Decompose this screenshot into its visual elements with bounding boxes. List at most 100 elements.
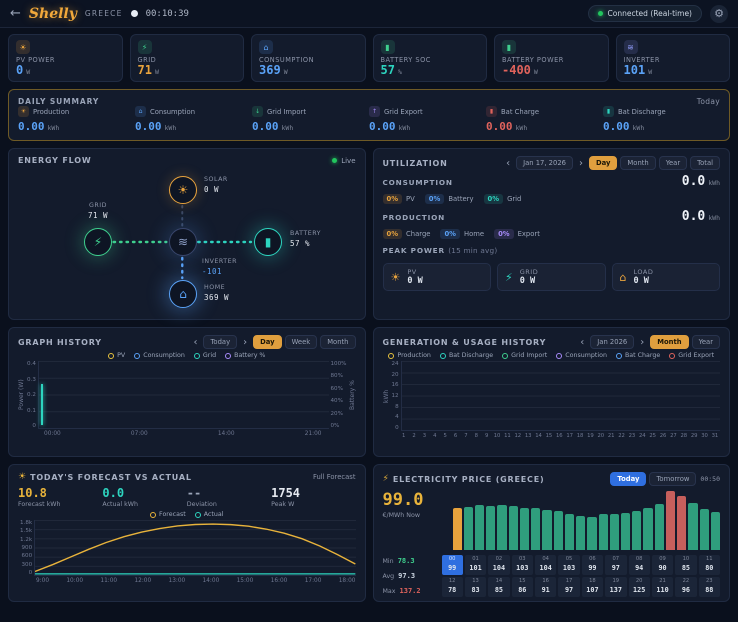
- battery-node-icon[interactable]: ▮: [254, 228, 282, 256]
- legend-grid-import[interactable]: Grid Import: [502, 352, 547, 359]
- price-cell-hour: 17: [558, 578, 579, 584]
- range-button-day[interactable]: Day: [589, 156, 617, 170]
- day-group-27: [668, 361, 678, 430]
- price-cell-value: 137: [610, 586, 622, 594]
- price-cell-hour: 08: [629, 556, 650, 562]
- graph-history-plot: [38, 361, 329, 429]
- price-cell-hour: 12: [442, 578, 463, 584]
- generation-plot: [401, 361, 720, 431]
- range-button-month[interactable]: Month: [320, 335, 355, 349]
- next-date-icon[interactable]: ›: [638, 337, 646, 348]
- price-cell-09: 0990: [652, 555, 673, 575]
- legend-grid-export[interactable]: Grid Export: [669, 352, 714, 359]
- solar-node-icon[interactable]: ☀: [169, 176, 197, 204]
- generation-history-panel: GENERATION & USAGE HISTORY ‹ Jan 2026 › …: [373, 327, 731, 457]
- range-button-month[interactable]: Month: [650, 335, 688, 349]
- gear-icon[interactable]: ⚙: [710, 5, 728, 23]
- price-cell-12: 1278: [442, 577, 463, 597]
- daily-summary-panel: DAILY SUMMARY Today ☀Production0.00kWh⌂C…: [8, 89, 730, 141]
- forecast-stat-label: Peak W: [271, 501, 355, 508]
- forecast-stat-peak-w: 1754Peak W: [271, 486, 355, 508]
- daily-item-value: 0.00kWh: [135, 120, 252, 133]
- legend-dot-icon: [134, 353, 140, 359]
- production-total: 0.0kWh: [682, 209, 720, 224]
- utilization-date-chip[interactable]: Jan 17, 2026: [516, 156, 573, 170]
- kpi-label: BATTERY SOC: [381, 56, 480, 64]
- day-group-11: [505, 361, 515, 430]
- breakdown-grid[interactable]: 0%Grid: [484, 194, 522, 204]
- legend-grid[interactable]: Grid: [194, 352, 216, 359]
- breakdown-label: PV: [406, 195, 415, 203]
- kpi-value: 101W: [624, 64, 723, 76]
- price-cell-value: 96: [682, 586, 690, 594]
- price-cell-value: 85: [495, 586, 503, 594]
- daily-item-label: Bat Charge: [501, 108, 539, 116]
- range-button-total[interactable]: Total: [690, 156, 720, 170]
- day-axis-label: 29: [689, 433, 699, 439]
- energy-flow-title: ENERGY FLOW: [18, 156, 328, 165]
- day-axis-label: 3: [419, 433, 429, 439]
- price-bar-19: [666, 491, 675, 550]
- graph-history-date-chip[interactable]: Today: [203, 335, 237, 349]
- daily-item-value: 0.00kWh: [252, 120, 369, 133]
- forecast-stat-value: 1754: [271, 486, 355, 500]
- legend-dot-icon: [194, 353, 200, 359]
- daily-value-number: 0.00: [369, 120, 396, 133]
- legend-actual[interactable]: Actual: [195, 511, 224, 518]
- legend-dot-icon: [440, 353, 446, 359]
- connection-status-badge[interactable]: Connected (Real-time): [588, 5, 702, 22]
- inverter-icon: ≋: [624, 40, 638, 54]
- range-button-month[interactable]: Month: [620, 156, 655, 170]
- legend-consumption[interactable]: Consumption: [134, 352, 185, 359]
- range-button-week[interactable]: Week: [285, 335, 318, 349]
- range-button-day[interactable]: Day: [253, 335, 281, 349]
- generation-date-chip[interactable]: Jan 2026: [590, 335, 634, 349]
- price-cell-hour: 06: [582, 556, 603, 562]
- range-button-year[interactable]: Year: [692, 335, 720, 349]
- daily-item-header: ▮Bat Discharge: [603, 106, 720, 117]
- prev-date-icon[interactable]: ‹: [191, 337, 199, 348]
- range-button-year[interactable]: Year: [659, 156, 687, 170]
- forecast-stat-forecast-kwh: 10.8Forecast kWh: [18, 486, 102, 508]
- price-cell-00: 0099: [442, 555, 463, 575]
- x-tick: 17:00: [305, 578, 322, 584]
- inverter-node-icon[interactable]: ≋: [169, 228, 197, 256]
- prev-date-icon[interactable]: ‹: [578, 337, 586, 348]
- legend-bat-charge[interactable]: Bat Charge: [616, 352, 660, 359]
- day-group-20: [596, 361, 606, 430]
- home-node-icon[interactable]: ⌂: [169, 280, 197, 308]
- breakdown-battery[interactable]: 0%Battery: [425, 194, 474, 204]
- back-icon[interactable]: ←: [10, 6, 21, 21]
- peak-card-label: PV: [407, 268, 422, 276]
- day-axis-label: 11: [502, 433, 512, 439]
- breakdown-home[interactable]: 0%Home: [440, 229, 484, 239]
- full-forecast-link[interactable]: Full Forecast: [313, 473, 356, 481]
- legend-forecast[interactable]: Forecast: [150, 511, 186, 518]
- breakdown-export[interactable]: 0%Export: [494, 229, 540, 239]
- legend-consumption[interactable]: Consumption: [556, 352, 607, 359]
- legend-pv[interactable]: PV: [108, 352, 125, 359]
- price-bar-06: [520, 508, 529, 550]
- legend-production[interactable]: Production: [388, 352, 431, 359]
- next-date-icon[interactable]: ›: [577, 158, 585, 169]
- range-button-today[interactable]: Today: [610, 472, 646, 486]
- price-cell-05: 05103: [558, 555, 579, 575]
- price-cell-06: 0699: [582, 555, 603, 575]
- daily-value-unit: kWh: [516, 124, 528, 132]
- kwh-axis-label: kWh: [383, 361, 390, 431]
- breakdown-charge[interactable]: 0%Charge: [383, 229, 431, 239]
- day-axis-label: 23: [627, 433, 637, 439]
- legend-bat-discharge[interactable]: Bat Discharge: [440, 352, 493, 359]
- breakdown-label: Charge: [406, 230, 430, 238]
- battery-axis-label: Battery %: [349, 361, 356, 429]
- next-date-icon[interactable]: ›: [241, 337, 249, 348]
- prev-date-icon[interactable]: ‹: [504, 158, 512, 169]
- grid-node-icon[interactable]: ⚡: [84, 228, 112, 256]
- legend-battery-[interactable]: Battery %: [225, 352, 265, 359]
- kpi-card-battery-soc: ▮BATTERY SOC57%: [373, 34, 488, 82]
- price-bar-12: [587, 517, 596, 550]
- legend-dot-icon: [669, 353, 675, 359]
- breakdown-label: Grid: [507, 195, 521, 203]
- breakdown-pv[interactable]: 0%PV: [383, 194, 415, 204]
- range-button-tomorrow[interactable]: Tomorrow: [649, 472, 696, 486]
